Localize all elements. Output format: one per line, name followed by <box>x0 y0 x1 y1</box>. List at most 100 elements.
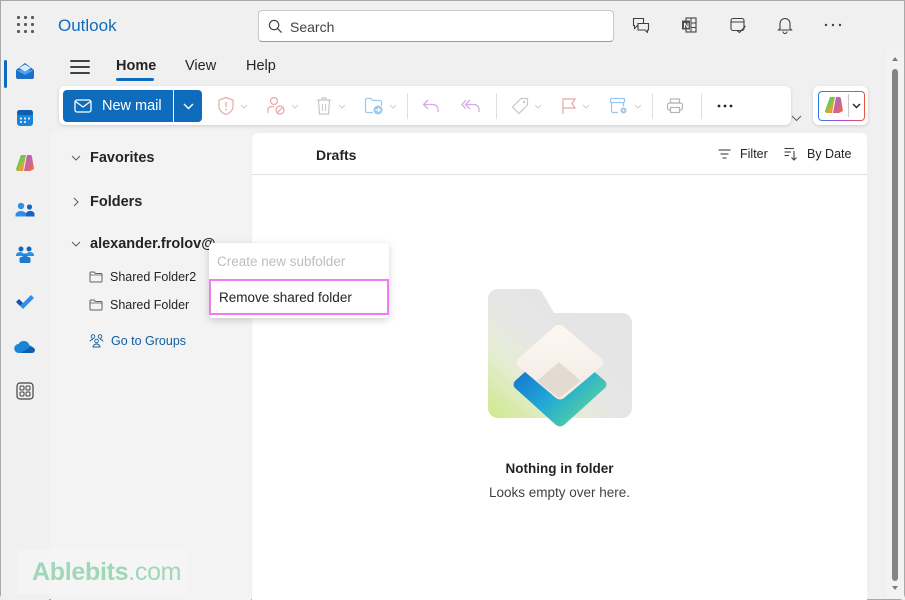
mail-icon <box>16 63 34 79</box>
todo-check-icon <box>16 295 34 309</box>
rail-todo[interactable] <box>5 283 45 319</box>
watermark-brand: Ablebits <box>32 558 129 586</box>
tab-home[interactable]: Home <box>116 58 156 74</box>
delete-button[interactable] <box>315 93 346 119</box>
rules-button[interactable] <box>609 93 642 119</box>
search-placeholder: Search <box>290 19 335 35</box>
more-options-icon[interactable] <box>822 14 844 36</box>
rail-calendar[interactable] <box>5 100 45 136</box>
rail-groups[interactable] <box>5 237 45 273</box>
chevron-down-icon <box>183 103 193 109</box>
vertical-scrollbar[interactable] <box>887 49 904 599</box>
scrollbar-thumb[interactable] <box>892 69 898 581</box>
favorites-label: Favorites <box>90 150 155 166</box>
chevron-down-icon <box>791 115 802 122</box>
print-button[interactable] <box>666 93 684 119</box>
go-to-groups-label: Go to Groups <box>111 334 187 348</box>
people-icon <box>15 202 35 217</box>
folder-title: Drafts <box>316 147 357 163</box>
top-bar: Outlook Search N <box>1 1 904 49</box>
rail-more-apps[interactable] <box>5 373 45 409</box>
search-input[interactable]: Search <box>258 10 614 42</box>
copilot-button[interactable] <box>818 91 865 121</box>
report-button[interactable] <box>217 93 248 119</box>
ribbon-separator <box>652 93 653 119</box>
watermark-suffix: .com <box>128 558 182 586</box>
tab-view[interactable]: View <box>185 58 216 74</box>
folder-icon <box>89 299 103 311</box>
sort-descending-icon <box>784 147 797 161</box>
sort-button[interactable]: By Date <box>784 147 851 161</box>
folder-icon <box>89 271 103 283</box>
groups-icon <box>16 246 34 263</box>
folders-section-toggle[interactable]: Folders <box>69 194 142 210</box>
go-to-groups-link[interactable]: Go to Groups <box>89 334 186 348</box>
flag-icon <box>562 98 577 114</box>
envelope-icon <box>74 99 92 113</box>
tag-icon <box>511 97 529 115</box>
more-dots-icon <box>717 104 733 108</box>
onedrive-cloud-icon <box>14 341 35 354</box>
tab-help[interactable]: Help <box>246 58 276 74</box>
filter-button[interactable]: Filter <box>718 147 768 161</box>
reply-all-arrow-icon <box>461 99 480 112</box>
ribbon-expand-button[interactable] <box>791 109 802 127</box>
menu-item-create-subfolder[interactable]: Create new subfolder <box>209 243 389 279</box>
my-day-icon[interactable] <box>727 14 749 36</box>
onenote-icon[interactable]: N <box>678 14 700 36</box>
folder-context-menu: Create new subfolder Remove shared folde… <box>209 243 389 318</box>
teams-chat-icon[interactable] <box>630 14 652 36</box>
folder-item-shared-folder[interactable]: Shared Folder <box>89 298 189 312</box>
person-block-icon <box>267 96 285 115</box>
reply-button[interactable] <box>422 93 440 119</box>
chevron-down-icon <box>71 241 81 247</box>
trash-icon <box>317 97 331 115</box>
chevron-down-icon <box>338 104 346 109</box>
svg-text:N: N <box>684 21 689 30</box>
new-mail-button[interactable]: New mail <box>63 90 173 122</box>
new-mail-dropdown-button[interactable] <box>174 90 202 122</box>
new-mail-label: New mail <box>102 98 162 114</box>
chevron-down-icon <box>582 104 590 109</box>
filter-icon <box>718 149 731 159</box>
folder-item-shared-folder2[interactable]: Shared Folder2 <box>89 270 196 284</box>
favorites-section-toggle[interactable]: Favorites <box>69 150 154 166</box>
reply-all-button[interactable] <box>461 93 481 119</box>
chevron-down-icon <box>291 104 299 109</box>
calendar-icon <box>17 110 33 126</box>
scroll-down-arrow-icon[interactable] <box>892 586 898 590</box>
more-apps-grid-icon <box>16 382 34 400</box>
categorize-button[interactable] <box>511 93 542 119</box>
ribbon-separator <box>496 93 497 119</box>
account-section-toggle[interactable]: alexander.frolov@. <box>69 236 219 252</box>
block-sender-button[interactable] <box>266 93 299 119</box>
ribbon-separator <box>407 93 408 119</box>
rail-mail[interactable] <box>5 53 45 89</box>
move-to-button[interactable] <box>364 93 397 119</box>
chevron-right-icon <box>73 197 79 207</box>
rail-people[interactable] <box>5 192 45 228</box>
flag-button[interactable] <box>561 93 590 119</box>
ribbon-separator <box>701 93 702 119</box>
rail-copilot[interactable] <box>5 145 45 181</box>
account-label: alexander.frolov@. <box>90 236 220 252</box>
chevron-down-icon <box>389 104 397 109</box>
more-actions-button[interactable] <box>717 93 733 119</box>
chevron-down-icon <box>634 104 642 109</box>
filter-label: Filter <box>740 147 768 161</box>
shield-warning-icon <box>218 96 234 116</box>
app-launcher-icon[interactable] <box>17 16 35 34</box>
rail-onedrive[interactable] <box>5 329 45 365</box>
hamburger-menu-icon[interactable] <box>70 59 90 75</box>
sort-label: By Date <box>807 147 852 161</box>
notifications-bell-icon[interactable] <box>774 14 796 36</box>
empty-state-subtitle: Looks empty over here. <box>488 485 631 500</box>
menu-item-remove-shared-folder[interactable]: Remove shared folder <box>209 279 389 315</box>
scroll-up-arrow-icon[interactable] <box>892 57 898 61</box>
folders-label: Folders <box>90 194 143 210</box>
app-title[interactable]: Outlook <box>58 16 117 36</box>
empty-state-title: Nothing in folder <box>505 461 614 476</box>
folder-label: Shared Folder <box>110 298 190 312</box>
copilot-icon <box>16 155 34 171</box>
folder-label: Shared Folder2 <box>110 270 197 284</box>
